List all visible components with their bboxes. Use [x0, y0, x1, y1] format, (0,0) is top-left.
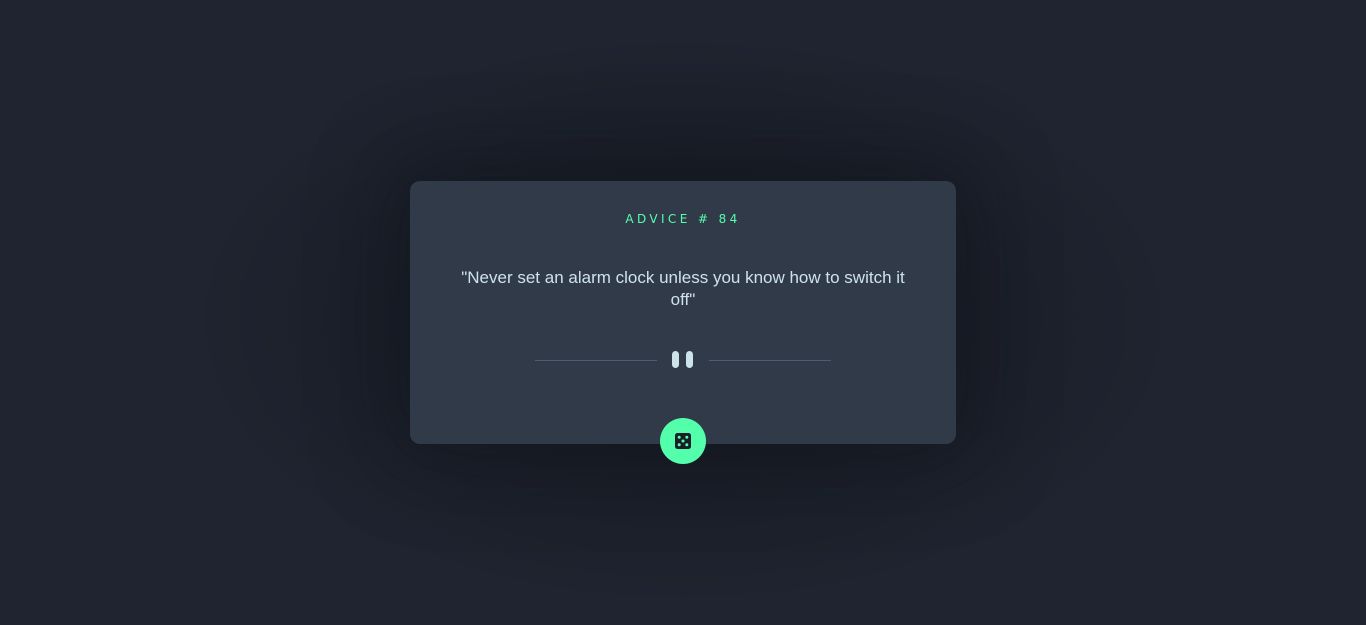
advice-card: ADVICE # 84 "Never set an alarm clock un… — [410, 181, 956, 464]
pattern-divider — [535, 351, 831, 369]
divider-line-right — [709, 360, 831, 361]
divider-line-left — [535, 360, 657, 361]
pause-icon — [672, 351, 694, 369]
advice-heading: ADVICE # 84 — [625, 212, 741, 226]
advice-quote: "Never set an alarm clock unless you kno… — [461, 268, 905, 309]
dice-icon — [675, 433, 691, 449]
new-advice-button[interactable] — [660, 418, 706, 464]
